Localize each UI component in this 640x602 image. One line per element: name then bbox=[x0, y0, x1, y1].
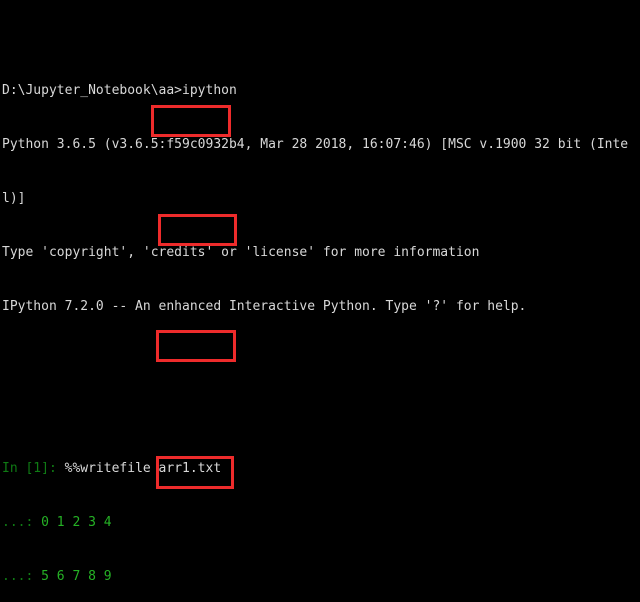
cell-continuation-line[interactable]: ...: 5 6 7 8 9 bbox=[2, 568, 640, 586]
shell-prompt-line: D:\Jupyter_Notebook\aa>ipython bbox=[2, 83, 237, 98]
magic-filename: arr1.txt bbox=[158, 461, 222, 476]
copyright-line: Type 'copyright', 'credits' or 'license'… bbox=[2, 245, 480, 260]
cont-gap bbox=[33, 515, 41, 530]
cell-continuation-line[interactable]: ...: 0 1 2 3 4 bbox=[2, 514, 640, 532]
magic-gap bbox=[151, 461, 159, 476]
magic-command: %%writefile bbox=[64, 461, 151, 476]
terminal-window[interactable]: D:\Jupyter_Notebook\aa>ipython Python 3.… bbox=[0, 0, 640, 602]
python-version-line-1: Python 3.6.5 (v3.6.5:f59c0932b4, Mar 28 … bbox=[2, 137, 629, 152]
input-prompt: In [1]: bbox=[2, 461, 57, 476]
python-version-line-2: l)] bbox=[2, 191, 26, 206]
cell-input-line[interactable]: In [1]: %%writefile arr1.txt bbox=[2, 460, 640, 478]
cell-content-text: 5 6 7 8 9 bbox=[41, 569, 112, 584]
continuation-prompt: ...: bbox=[2, 569, 34, 584]
cont-gap bbox=[33, 569, 41, 584]
cell-content-text: 0 1 2 3 4 bbox=[41, 515, 112, 530]
continuation-prompt: ...: bbox=[2, 515, 34, 530]
ipython-banner-line: IPython 7.2.0 -- An enhanced Interactive… bbox=[2, 299, 527, 314]
prompt-gap bbox=[57, 461, 65, 476]
terminal-screen: D:\Jupyter_Notebook\aa>ipython Python 3.… bbox=[2, 10, 640, 602]
